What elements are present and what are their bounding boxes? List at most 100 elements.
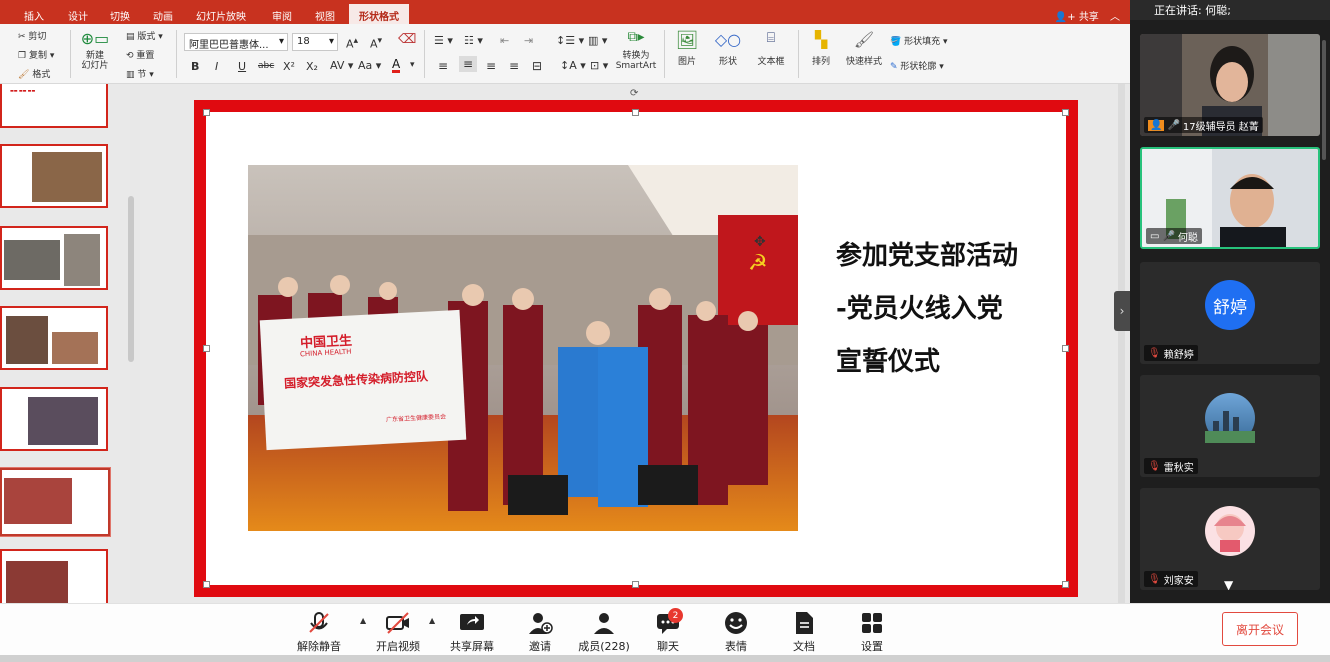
tab-view[interactable]: 视图 (315, 8, 335, 23)
editor-scrollbar[interactable] (1118, 84, 1125, 603)
rotate-handle-icon[interactable]: ⟳ (630, 88, 638, 99)
cut-button[interactable]: ✂ 剪切 (18, 29, 46, 42)
resize-handle[interactable] (1062, 109, 1069, 116)
resize-handle[interactable] (1062, 581, 1069, 588)
leave-meeting-button[interactable]: 离开会议 (1222, 612, 1298, 646)
text-direction-button[interactable]: ↕A ▾ (560, 59, 586, 72)
slide-thumbnail[interactable] (0, 144, 108, 208)
tab-slideshow[interactable]: 幻灯片放映 (196, 8, 246, 23)
share-button[interactable]: 👤+ 共享 ︿ (1055, 8, 1120, 23)
shape-outline-button[interactable]: ✎ 形状轮廓 ▾ (890, 59, 944, 72)
members-button[interactable]: 成员(228) (572, 610, 636, 654)
tab-review[interactable]: 审阅 (272, 8, 292, 23)
italic-button[interactable]: I (215, 60, 218, 73)
participant-tile[interactable]: 舒婷 🎙 赖舒婷 (1140, 262, 1320, 364)
start-video-button[interactable]: 开启视频 (366, 610, 430, 654)
align-center-button[interactable]: ≡ (459, 56, 478, 72)
layout-button[interactable]: ▤ 版式 ▾ (126, 29, 163, 42)
shape-button[interactable]: ◇○ 形状 (712, 30, 744, 67)
slide-photo[interactable]: ☭ 中国卫生 CHINA HEALTH 国家突发急性传染病防控队 广东省卫生健康… (248, 165, 798, 531)
clear-format-icon[interactable]: ⌫ (398, 32, 416, 47)
documents-button[interactable]: 文档 (772, 610, 836, 654)
slide-thumbnail-selected[interactable] (0, 468, 110, 536)
reset-button[interactable]: ⟲ 重置 (126, 48, 154, 61)
bold-button[interactable]: B (191, 60, 199, 73)
grow-font-button[interactable]: A▴ (346, 35, 358, 51)
quick-styles-button[interactable]: 🖌 快速样式 (846, 30, 882, 67)
new-slide-button[interactable]: ⊕▭ 新建 幻灯片 (80, 29, 110, 71)
font-name-select[interactable]: 阿里巴巴普惠体... ▾ (184, 33, 288, 51)
participant-tile[interactable]: 🎙 雷秋实 (1140, 375, 1320, 477)
slide-title-line: -党员火线入党 (836, 294, 1003, 324)
shape-fill-button[interactable]: 🪣 形状填充 ▾ (890, 34, 948, 47)
reactions-button[interactable]: 表情 (704, 610, 768, 654)
slide-thumbnail[interactable] (0, 306, 108, 370)
textbox-button[interactable]: ⌸ 文本框 (754, 30, 788, 67)
tab-shape-format[interactable]: 形状格式 (349, 4, 409, 24)
distribute-button[interactable]: ⊟ (532, 59, 542, 73)
arrange-button[interactable]: ▚ 排列 (806, 30, 836, 67)
line-spacing-button[interactable]: ↕☰ ▾ (556, 34, 584, 47)
font-color-button[interactable]: A (392, 58, 401, 73)
resize-handle[interactable] (203, 109, 210, 116)
numbering-button[interactable]: ☷ ▾ (464, 34, 483, 47)
share-screen-button[interactable]: 共享屏幕 (440, 610, 504, 654)
tab-insert[interactable]: 插入 (24, 8, 44, 23)
align-left-button[interactable]: ≡ (438, 59, 448, 73)
strikethrough-button[interactable]: abc (258, 61, 274, 71)
subscript-button[interactable]: X₂ (306, 60, 318, 73)
format-painter-button[interactable]: 🖌 格式 (18, 67, 50, 80)
resize-handle[interactable] (632, 109, 639, 116)
slide-thumbnail[interactable] (0, 549, 108, 603)
participant-tile-active[interactable]: ▭ 🎤 何聪 (1140, 147, 1320, 249)
unmute-button[interactable]: 解除静音 (287, 610, 351, 654)
decrease-indent-button[interactable]: ⇤ (500, 34, 509, 47)
tab-design[interactable]: 设计 (68, 8, 88, 23)
slide-thumbnail[interactable] (0, 387, 108, 451)
settings-button[interactable]: 设置 (840, 610, 904, 654)
char-spacing-button[interactable]: AV ▾ (330, 59, 353, 72)
mic-muted-icon: 🎙 (1148, 460, 1161, 472)
shrink-font-button[interactable]: A▾ (370, 35, 382, 51)
bullets-button[interactable]: ☰ ▾ (434, 34, 453, 47)
columns-button[interactable]: ▥ ▾ (588, 34, 607, 47)
participant-scrollbar[interactable] (1322, 40, 1326, 160)
section-button[interactable]: ▥ 节 ▾ (126, 67, 154, 80)
scroll-down-icon[interactable]: ▼ (1224, 578, 1233, 590)
participant-tile[interactable]: 👤 🎤 17级辅导员 赵菁 (1140, 34, 1320, 136)
thumb-photo (52, 332, 98, 364)
meeting-toolbar: 解除静音 ▲ 开启视频 ▲ 共享屏幕 邀请 成员(228) 聊天 表情 文档 设… (0, 603, 1330, 662)
align-text-button[interactable]: ⊡ ▾ (590, 59, 608, 72)
slide-thumbnail[interactable]: ▬▬ ▬▬ ▬▬ (0, 84, 108, 128)
slide-title-textbox[interactable]: 参加党支部活动 -党员火线入党 宣誓仪式 (836, 230, 1066, 389)
resize-handle[interactable] (632, 581, 639, 588)
tab-animations[interactable]: 动画 (153, 8, 173, 23)
mic-muted-icon: 🎙 (1148, 347, 1161, 359)
smartart-button[interactable]: ⧉▸ 转换为 SmartArt (614, 29, 658, 71)
chevron-down-icon[interactable]: ▾ (410, 60, 415, 70)
participant-name-tag: 👤 🎤 17级辅导员 赵菁 (1144, 117, 1263, 133)
thumbnail-scrollbar[interactable] (128, 196, 134, 362)
change-case-button[interactable]: Aa ▾ (358, 59, 381, 72)
tab-transitions[interactable]: 切换 (110, 8, 130, 23)
resize-handle[interactable] (1062, 345, 1069, 352)
font-size-select[interactable]: 18 ▾ (292, 33, 338, 51)
resize-handle[interactable] (203, 581, 210, 588)
slide-thumbnail[interactable] (0, 226, 108, 290)
powerpoint-window: 插入 设计 切换 动画 幻灯片放映 审阅 视图 形状格式 👤+ 共享 ︿ ✂ 剪… (0, 0, 1130, 603)
participant-name: 何聪 (1177, 232, 1198, 244)
increase-indent-button[interactable]: ⇥ (524, 34, 533, 47)
screen-share-icon: ▭ (1150, 230, 1160, 242)
slide-canvas[interactable]: ☭ 中国卫生 CHINA HEALTH 国家突发急性传染病防控队 广东省卫生健康… (194, 88, 1078, 597)
invite-button[interactable]: 邀请 (508, 610, 572, 654)
underline-button[interactable]: U (238, 60, 246, 73)
justify-button[interactable]: ≡ (509, 59, 519, 73)
resize-handle[interactable] (203, 345, 210, 352)
picture-button[interactable]: 🖼 图片 (672, 30, 702, 67)
caret-up-icon[interactable]: ▲ (429, 616, 435, 625)
superscript-button[interactable]: X² (283, 60, 295, 73)
align-right-button[interactable]: ≡ (486, 59, 496, 73)
collapse-panel-button[interactable]: › (1114, 291, 1130, 331)
copy-button[interactable]: ❐ 复制 ▾ (18, 48, 54, 61)
participant-tile[interactable]: 🎙 刘家安 ▼ (1140, 488, 1320, 590)
